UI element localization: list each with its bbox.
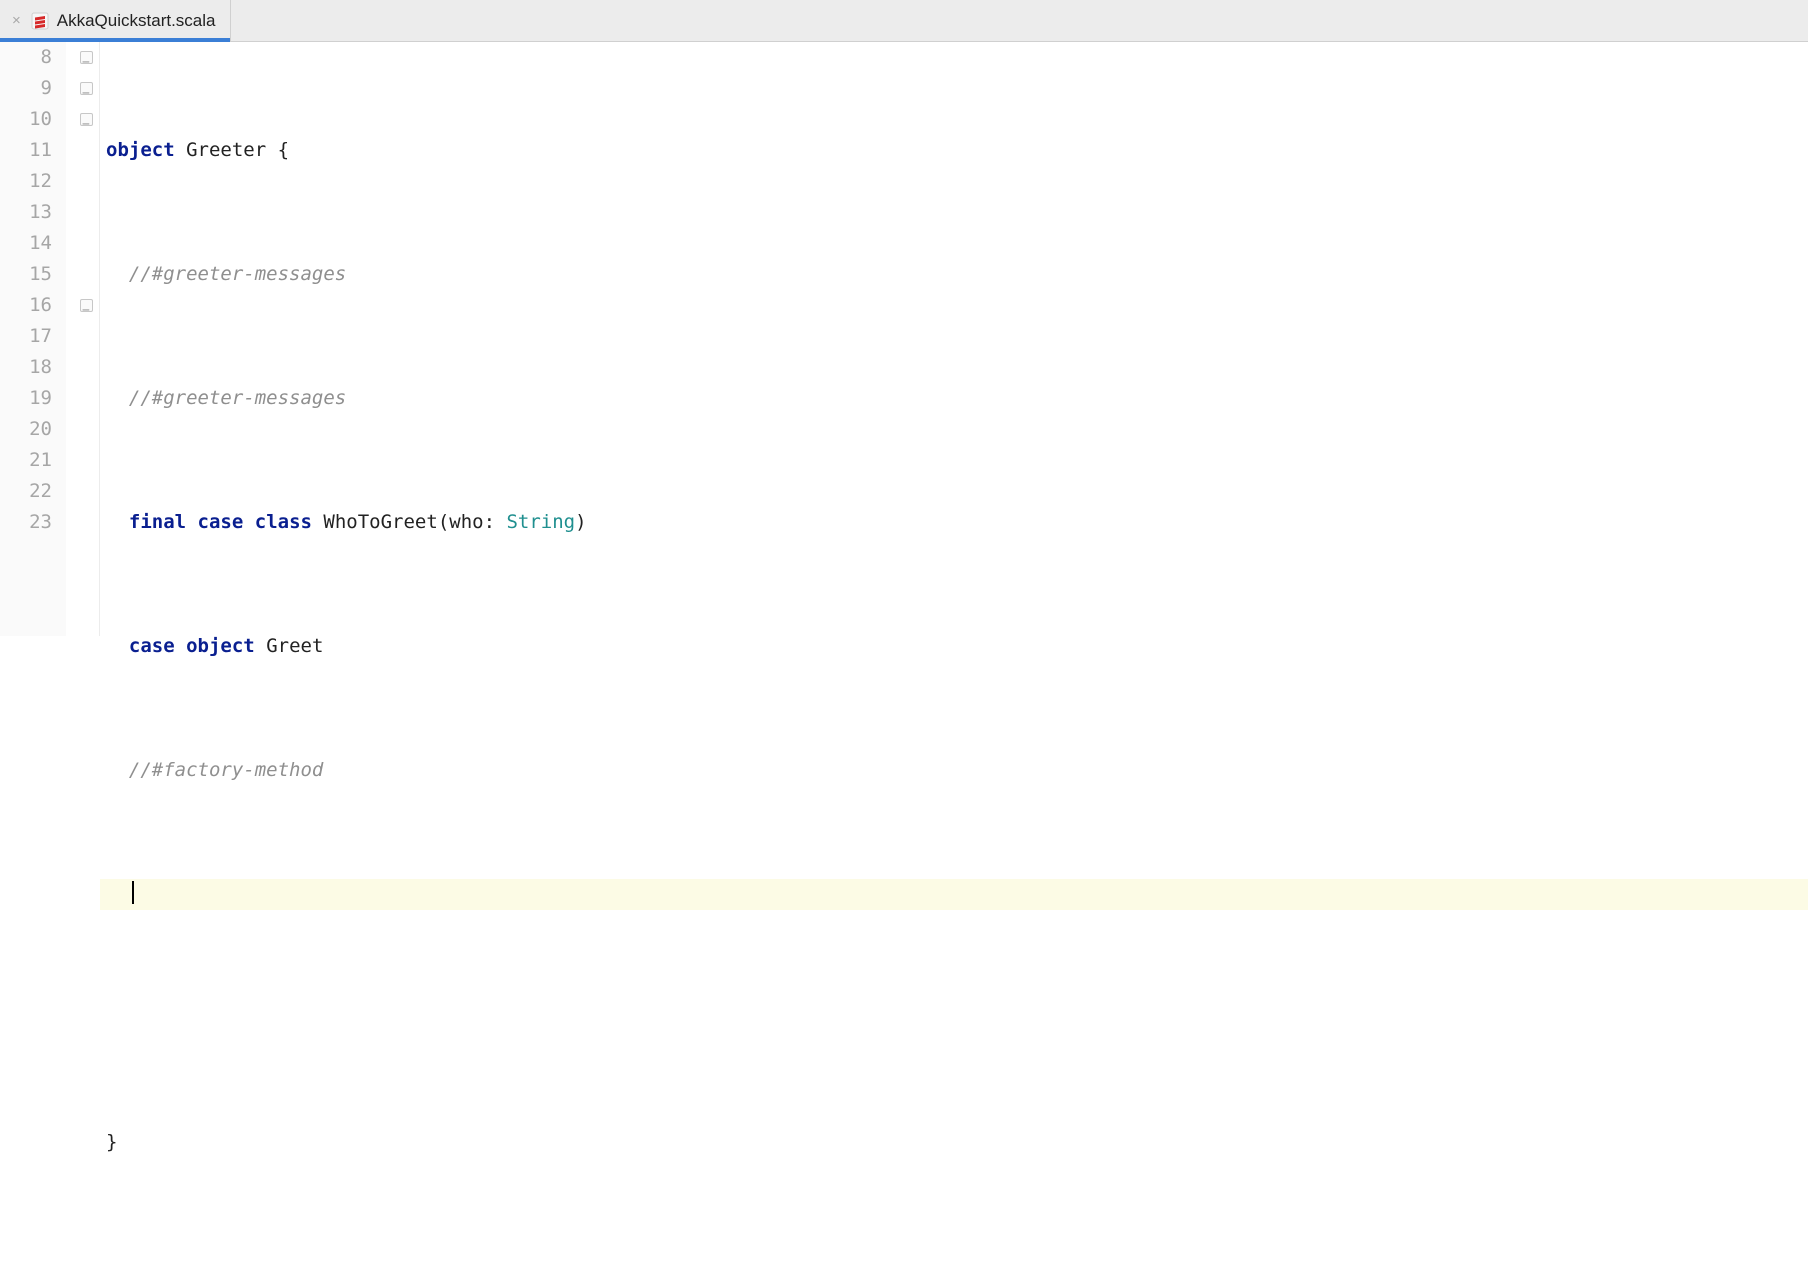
fold-cell bbox=[66, 383, 99, 414]
line-number: 22 bbox=[0, 476, 52, 507]
code-line: object Greeter { bbox=[100, 135, 1808, 166]
fold-cell bbox=[66, 104, 99, 135]
fold-column bbox=[66, 42, 100, 636]
line-number: 16 bbox=[0, 290, 52, 321]
line-number: 20 bbox=[0, 414, 52, 445]
line-number: 10 bbox=[0, 104, 52, 135]
fold-cell bbox=[66, 166, 99, 197]
code-line: } bbox=[100, 1127, 1808, 1158]
fold-cell bbox=[66, 414, 99, 445]
tab-bar: × AkkaQuickstart.scala bbox=[0, 0, 1808, 42]
line-number: 11 bbox=[0, 135, 52, 166]
fold-cell bbox=[66, 352, 99, 383]
code-area[interactable]: object Greeter { //#greeter-messages //#… bbox=[100, 42, 1808, 636]
line-number: 19 bbox=[0, 383, 52, 414]
fold-cell bbox=[66, 228, 99, 259]
file-tab-label: AkkaQuickstart.scala bbox=[57, 11, 216, 31]
fold-cell bbox=[66, 197, 99, 228]
fold-toggle-icon[interactable] bbox=[80, 299, 93, 312]
line-number: 13 bbox=[0, 197, 52, 228]
fold-cell bbox=[66, 42, 99, 73]
code-editor[interactable]: 891011121314151617181920212223 object Gr… bbox=[0, 42, 1808, 636]
code-line bbox=[100, 1003, 1808, 1034]
fold-toggle-icon[interactable] bbox=[80, 51, 93, 64]
line-number: 15 bbox=[0, 259, 52, 290]
code-line bbox=[100, 1251, 1808, 1272]
fold-cell bbox=[66, 507, 99, 538]
code-line: //#greeter-messages bbox=[100, 259, 1808, 290]
line-number: 14 bbox=[0, 228, 52, 259]
line-number: 18 bbox=[0, 352, 52, 383]
code-line: //#factory-method bbox=[100, 755, 1808, 786]
close-icon[interactable]: × bbox=[10, 11, 23, 30]
code-line: //#greeter-messages bbox=[100, 383, 1808, 414]
line-number: 17 bbox=[0, 321, 52, 352]
text-caret bbox=[132, 881, 134, 904]
line-number: 12 bbox=[0, 166, 52, 197]
fold-cell bbox=[66, 290, 99, 321]
line-number: 21 bbox=[0, 445, 52, 476]
file-tab[interactable]: × AkkaQuickstart.scala bbox=[0, 0, 231, 41]
fold-toggle-icon[interactable] bbox=[80, 113, 93, 126]
fold-cell bbox=[66, 476, 99, 507]
line-number: 8 bbox=[0, 42, 52, 73]
fold-toggle-icon[interactable] bbox=[80, 82, 93, 95]
fold-cell bbox=[66, 445, 99, 476]
scala-file-icon bbox=[31, 12, 49, 30]
fold-cell bbox=[66, 73, 99, 104]
code-line-current bbox=[100, 879, 1808, 910]
line-number-gutter: 891011121314151617181920212223 bbox=[0, 42, 66, 636]
code-line: final case class WhoToGreet(who: String) bbox=[100, 507, 1808, 538]
line-number: 9 bbox=[0, 73, 52, 104]
fold-cell bbox=[66, 259, 99, 290]
line-number: 23 bbox=[0, 507, 52, 538]
